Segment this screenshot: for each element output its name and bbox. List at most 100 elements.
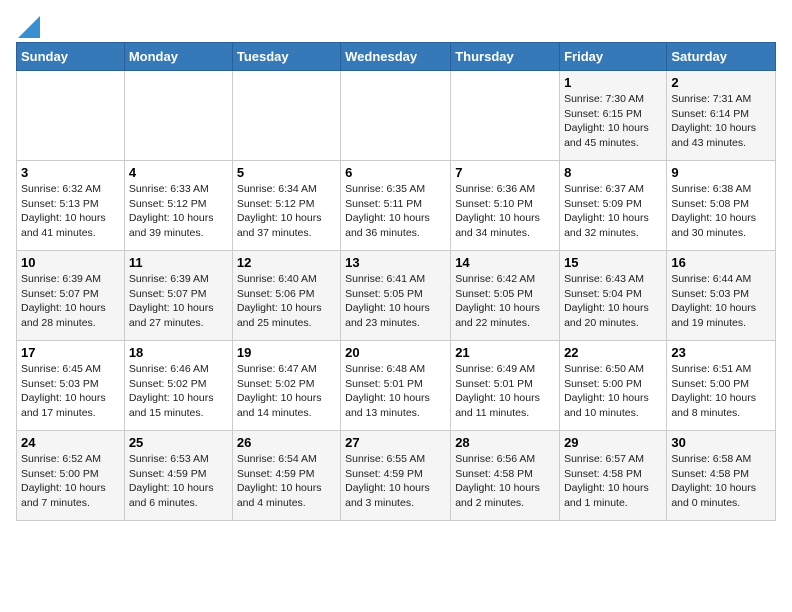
day-info-text: Sunrise: 6:39 AM — [129, 272, 228, 287]
day-info-text: Daylight: 10 hours and 6 minutes. — [129, 481, 228, 510]
logo-icon — [18, 16, 40, 38]
day-info-text: Sunset: 5:12 PM — [237, 197, 336, 212]
day-info-text: Sunrise: 6:43 AM — [564, 272, 662, 287]
day-header-monday: Monday — [124, 43, 232, 71]
calendar-cell: 13Sunrise: 6:41 AMSunset: 5:05 PMDayligh… — [341, 251, 451, 341]
calendar-cell — [341, 71, 451, 161]
day-number: 27 — [345, 435, 446, 450]
calendar-cell — [451, 71, 560, 161]
day-number: 14 — [455, 255, 555, 270]
day-info-text: Daylight: 10 hours and 13 minutes. — [345, 391, 446, 420]
calendar-cell: 4 Sunrise: 6:33 AMSunset: 5:12 PMDaylight… — [124, 161, 232, 251]
calendar-cell: 28 Sunrise: 6:56 AMSunset: 4:58 PMDayligh… — [451, 431, 560, 521]
calendar-week-row: 3Sunrise: 6:32 AMSunset: 5:13 PMDaylight… — [17, 161, 776, 251]
day-info-text: Daylight: 10 hours and 2 minutes. — [455, 481, 555, 510]
day-number: 30 — [671, 435, 771, 450]
day-info-text: Daylight: 10 hours and 41 minutes. — [21, 211, 120, 240]
day-info-text: Daylight: 10 hours and 7 minutes. — [21, 481, 120, 510]
day-info-text: Daylight: 10 hours and 14 minutes. — [237, 391, 336, 420]
day-info-text: Sunset: 5:05 PM — [345, 287, 446, 302]
day-number: 11 — [129, 255, 228, 270]
calendar-cell: 18Sunrise: 6:46 AMSunset: 5:02 PMDayligh… — [124, 341, 232, 431]
day-info-text: Sunset: 4:59 PM — [237, 467, 336, 482]
day-info-text: Daylight: 10 hours and 11 minutes. — [455, 391, 555, 420]
calendar-week-row: 10Sunrise: 6:39 AMSunset: 5:07 PMDayligh… — [17, 251, 776, 341]
day-info-text: Sunset: 5:12 PM — [129, 197, 228, 212]
day-info-text: Sunset: 4:59 PM — [129, 467, 228, 482]
day-info-text: Sunset: 5:07 PM — [129, 287, 228, 302]
day-info-text: Sunrise: 6:35 AM — [345, 182, 446, 197]
calendar-cell: 24 Sunrise: 6:52 AMSunset: 5:00 PMDayligh… — [17, 431, 125, 521]
day-info-text: Daylight: 10 hours and 27 minutes. — [129, 301, 228, 330]
calendar-cell: 6Sunrise: 6:35 AMSunset: 5:11 PMDaylight… — [341, 161, 451, 251]
day-info-text: Sunrise: 6:45 AM — [21, 362, 120, 377]
day-number: 9 — [671, 165, 771, 180]
day-number: 15 — [564, 255, 662, 270]
day-info-text: Sunrise: 6:58 AM — [671, 452, 771, 467]
calendar-cell: 30Sunrise: 6:58 AMSunset: 4:58 PMDayligh… — [667, 431, 776, 521]
calendar-header-row: SundayMondayTuesdayWednesdayThursdayFrid… — [17, 43, 776, 71]
day-info-text: Sunset: 4:58 PM — [455, 467, 555, 482]
day-info-text: Daylight: 10 hours and 45 minutes. — [564, 121, 662, 150]
day-info-text: Daylight: 10 hours and 36 minutes. — [345, 211, 446, 240]
calendar-table: SundayMondayTuesdayWednesdayThursdayFrid… — [16, 42, 776, 521]
day-number: 22 — [564, 345, 662, 360]
day-info-text: Sunrise: 6:47 AM — [237, 362, 336, 377]
calendar-cell: 21Sunrise: 6:49 AMSunset: 5:01 PMDayligh… — [451, 341, 560, 431]
day-info-text: Daylight: 10 hours and 30 minutes. — [671, 211, 771, 240]
calendar-cell: 11 Sunrise: 6:39 AMSunset: 5:07 PMDayligh… — [124, 251, 232, 341]
calendar-cell: 20Sunrise: 6:48 AMSunset: 5:01 PMDayligh… — [341, 341, 451, 431]
calendar-cell: 12Sunrise: 6:40 AMSunset: 5:06 PMDayligh… — [232, 251, 340, 341]
day-info-text: Sunrise: 6:55 AM — [345, 452, 446, 467]
day-info-text: Sunset: 5:00 PM — [21, 467, 120, 482]
day-info-text: Sunrise: 6:44 AM — [671, 272, 771, 287]
day-info-text: Sunset: 4:58 PM — [564, 467, 662, 482]
day-number: 21 — [455, 345, 555, 360]
day-info-text: Sunrise: 6:54 AM — [237, 452, 336, 467]
day-info-text: Sunset: 5:09 PM — [564, 197, 662, 212]
calendar-cell: 16Sunrise: 6:44 AMSunset: 5:03 PMDayligh… — [667, 251, 776, 341]
day-number: 2 — [671, 75, 771, 90]
calendar-cell: 17Sunrise: 6:45 AMSunset: 5:03 PMDayligh… — [17, 341, 125, 431]
day-number: 7 — [455, 165, 555, 180]
day-info-text: Sunset: 5:05 PM — [455, 287, 555, 302]
day-info-text: Sunrise: 6:40 AM — [237, 272, 336, 287]
calendar-week-row: 24Sunrise: 6:52 AMSunset: 5:00 PMDayligh… — [17, 431, 776, 521]
calendar-cell: 3Sunrise: 6:32 AMSunset: 5:13 PMDaylight… — [17, 161, 125, 251]
day-number: 18 — [129, 345, 228, 360]
day-header-sunday: Sunday — [17, 43, 125, 71]
day-info-text: Daylight: 10 hours and 22 minutes. — [455, 301, 555, 330]
day-info-text: Sunrise: 7:31 AM — [671, 92, 771, 107]
calendar-cell: 14Sunrise: 6:42 AMSunset: 5:05 PMDayligh… — [451, 251, 560, 341]
day-info-text: Sunset: 5:13 PM — [21, 197, 120, 212]
day-header-friday: Friday — [560, 43, 667, 71]
day-number: 23 — [671, 345, 771, 360]
day-header-saturday: Saturday — [667, 43, 776, 71]
day-info-text: Sunset: 5:08 PM — [671, 197, 771, 212]
day-info-text: Daylight: 10 hours and 39 minutes. — [129, 211, 228, 240]
day-info-text: Sunrise: 6:36 AM — [455, 182, 555, 197]
day-info-text: Daylight: 10 hours and 10 minutes. — [564, 391, 662, 420]
day-number: 4 — [129, 165, 228, 180]
day-info-text: Sunset: 5:00 PM — [564, 377, 662, 392]
calendar-cell: 23Sunrise: 6:51 AMSunset: 5:00 PMDayligh… — [667, 341, 776, 431]
calendar-week-row: 17Sunrise: 6:45 AMSunset: 5:03 PMDayligh… — [17, 341, 776, 431]
day-info-text: Daylight: 10 hours and 20 minutes. — [564, 301, 662, 330]
day-number: 28 — [455, 435, 555, 450]
day-info-text: Sunrise: 6:33 AM — [129, 182, 228, 197]
day-info-text: Sunset: 5:00 PM — [671, 377, 771, 392]
day-info-text: Sunset: 6:15 PM — [564, 107, 662, 122]
day-info-text: Sunrise: 6:56 AM — [455, 452, 555, 467]
calendar-cell: 29Sunrise: 6:57 AMSunset: 4:58 PMDayligh… — [560, 431, 667, 521]
calendar-cell: 2Sunrise: 7:31 AMSunset: 6:14 PMDaylight… — [667, 71, 776, 161]
day-info-text: Sunrise: 6:57 AM — [564, 452, 662, 467]
day-info-text: Sunrise: 6:52 AM — [21, 452, 120, 467]
day-info-text: Daylight: 10 hours and 34 minutes. — [455, 211, 555, 240]
calendar-cell — [232, 71, 340, 161]
day-info-text: Sunrise: 6:53 AM — [129, 452, 228, 467]
calendar-cell: 1Sunrise: 7:30 AMSunset: 6:15 PMDaylight… — [560, 71, 667, 161]
day-number: 19 — [237, 345, 336, 360]
day-info-text: Daylight: 10 hours and 43 minutes. — [671, 121, 771, 150]
day-header-thursday: Thursday — [451, 43, 560, 71]
day-number: 24 — [21, 435, 120, 450]
